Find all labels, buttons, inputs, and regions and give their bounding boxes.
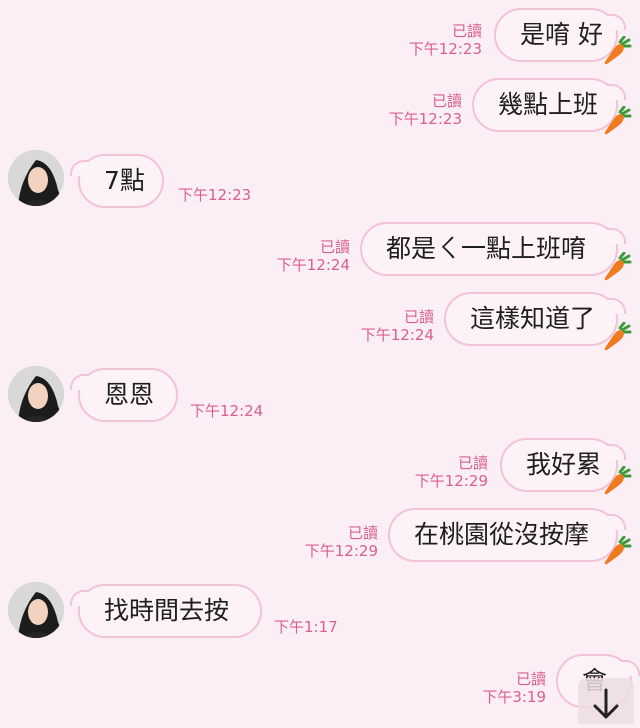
message-time: 下午12:23 — [408, 40, 482, 58]
avatar[interactable] — [8, 150, 64, 206]
carrot-icon — [604, 536, 632, 565]
avatar-image — [8, 150, 64, 206]
carrot-icon — [604, 466, 632, 495]
avatar-image — [8, 366, 64, 422]
message-bubble[interactable]: 這樣知道了 — [444, 292, 626, 346]
message-time: 下午12:29 — [304, 542, 378, 560]
message-time: 下午12:24 — [190, 402, 264, 420]
message-time: 下午12:29 — [414, 472, 488, 490]
message-bubble[interactable]: 都是ㄑ一點上班唷 — [360, 222, 626, 276]
avatar-image — [8, 582, 64, 638]
scroll-to-bottom-button[interactable] — [578, 678, 634, 724]
message-bubble[interactable]: 幾點上班 — [472, 78, 626, 132]
message-bubble[interactable]: 我好累 — [500, 438, 626, 492]
message-time: 下午12:23 — [178, 186, 252, 204]
message-bubble[interactable]: 在桃園從沒按摩 — [388, 508, 626, 562]
message-time: 下午3:19 — [482, 688, 546, 706]
message-time: 下午1:17 — [274, 618, 338, 636]
chat-area: 已讀 下午12:23 是唷 好 已讀 下午12:23 幾點上班 7點 下午12:… — [0, 0, 640, 724]
message-bubble[interactable]: 是唷 好 — [494, 8, 626, 62]
carrot-icon — [604, 106, 632, 135]
carrot-icon — [604, 322, 632, 351]
message-time: 下午12:24 — [360, 326, 434, 344]
message-bubble[interactable]: 找時間去按 — [70, 584, 262, 638]
message-bubble[interactable]: 7點 — [70, 154, 164, 208]
message-time: 下午12:23 — [388, 110, 462, 128]
avatar[interactable] — [8, 366, 64, 422]
carrot-icon — [604, 36, 632, 65]
arrow-down-icon — [593, 688, 619, 719]
message-bubble[interactable]: 恩恩 — [70, 368, 178, 422]
avatar[interactable] — [8, 582, 64, 638]
message-time: 下午12:24 — [276, 256, 350, 274]
carrot-icon — [604, 252, 632, 281]
